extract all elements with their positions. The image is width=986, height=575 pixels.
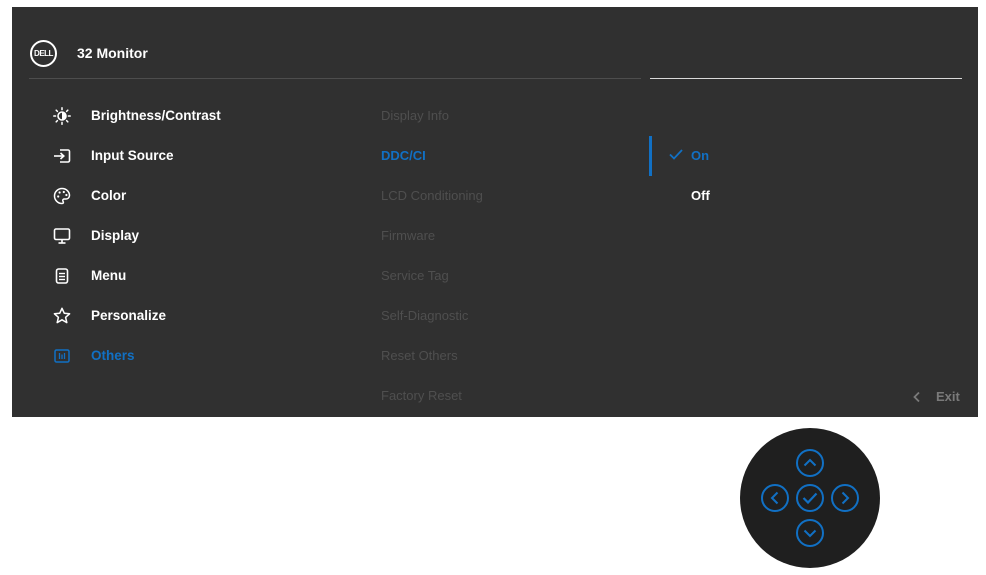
submenu-label: Self-Diagnostic (381, 308, 469, 323)
option-label: On (691, 148, 710, 163)
menu-item-others[interactable]: Others (12, 336, 352, 376)
joystick-ok-button[interactable] (795, 483, 825, 513)
submenu-label: Service Tag (381, 268, 449, 283)
selection-indicator (649, 136, 652, 176)
menu-item-color[interactable]: Color (12, 176, 352, 216)
header-divider (29, 78, 641, 79)
submenu-label: Reset Others (381, 348, 458, 363)
menu-item-input-source[interactable]: Input Source (12, 136, 352, 176)
menu-item-brightness-contrast[interactable]: Brightness/Contrast (12, 96, 352, 136)
menu-item-menu[interactable]: Menu (12, 256, 352, 296)
menu-label: Display (91, 228, 140, 243)
star-icon (53, 307, 71, 324)
menu-label: Personalize (91, 308, 167, 323)
brightness-icon (53, 107, 71, 125)
exit-label: Exit (936, 389, 960, 404)
others-icon (54, 349, 70, 363)
submenu-label: DDC/CI (381, 148, 426, 163)
display-icon (53, 228, 71, 244)
joystick-controller (740, 428, 880, 568)
option-on[interactable]: On (664, 136, 964, 176)
menu-item-personalize[interactable]: Personalize (12, 296, 352, 336)
joystick-up-button[interactable] (795, 448, 825, 478)
menu-label: Menu (91, 268, 127, 283)
option-label: Off (691, 188, 710, 203)
submenu-item-factory-reset[interactable]: Factory Reset (381, 376, 641, 416)
menu-label: Color (91, 188, 127, 203)
submenu-label: LCD Conditioning (381, 188, 483, 203)
joystick-down-button[interactable] (795, 518, 825, 548)
monitor-title: 32 Monitor (77, 45, 148, 61)
submenu-item-self-diagnostic[interactable]: Self-Diagnostic (381, 296, 641, 336)
menu-item-display[interactable]: Display (12, 216, 352, 256)
palette-icon (53, 187, 71, 205)
submenu-item-reset-others[interactable]: Reset Others (381, 336, 641, 376)
dell-logo: DELL (30, 40, 57, 67)
submenu-item-display-info[interactable]: Display Info (381, 96, 641, 136)
submenu-item-ddc-ci[interactable]: DDC/CI (381, 136, 641, 176)
header-divider-right (650, 78, 962, 79)
checkmark-icon (669, 149, 683, 160)
input-source-icon (54, 149, 71, 163)
submenu-item-lcd-conditioning[interactable]: LCD Conditioning (381, 176, 641, 216)
osd-header: DELL 32 Monitor (12, 7, 978, 79)
submenu-item-service-tag[interactable]: Service Tag (381, 256, 641, 296)
submenu-item-firmware[interactable]: Firmware (381, 216, 641, 256)
option-off[interactable]: Off (664, 176, 964, 216)
submenu-label: Factory Reset (381, 388, 462, 403)
submenu-label: Display Info (381, 108, 449, 123)
submenu-label: Firmware (381, 228, 436, 243)
menu-label: Brightness/Contrast (91, 108, 221, 123)
joystick-left-button[interactable] (760, 483, 790, 513)
menu-icon (55, 268, 69, 284)
menu-label: Others (91, 348, 135, 363)
chevron-left-icon (913, 391, 920, 403)
joystick-right-button[interactable] (830, 483, 860, 513)
menu-label: Input Source (91, 148, 174, 163)
osd-window: DELL 32 Monitor Brightness/Contrast Inpu… (12, 7, 978, 417)
